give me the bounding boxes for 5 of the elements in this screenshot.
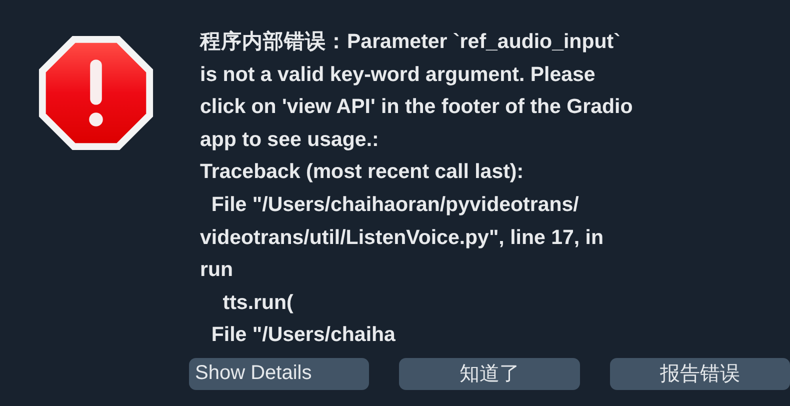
warning-icon xyxy=(37,34,155,152)
dialog-button[interactable]: 知道了 xyxy=(399,358,580,390)
dialog-button[interactable]: 报告错误 xyxy=(610,358,790,390)
error-message: 程序内部错误：Parameter `ref_audio_input` is not a valid key-word argument. Please click on 'view API' in the footer of the Gradio app to see usage.: Traceback (most recent call last): File "/Users/chaihaoran/pyvideotrans/ videotrans/util/ListenVoice.py", line 17, in run tts.run( File "/Users/chaiha xyxy=(200,29,633,348)
dialog-button[interactable]: Show Details xyxy=(189,358,370,390)
